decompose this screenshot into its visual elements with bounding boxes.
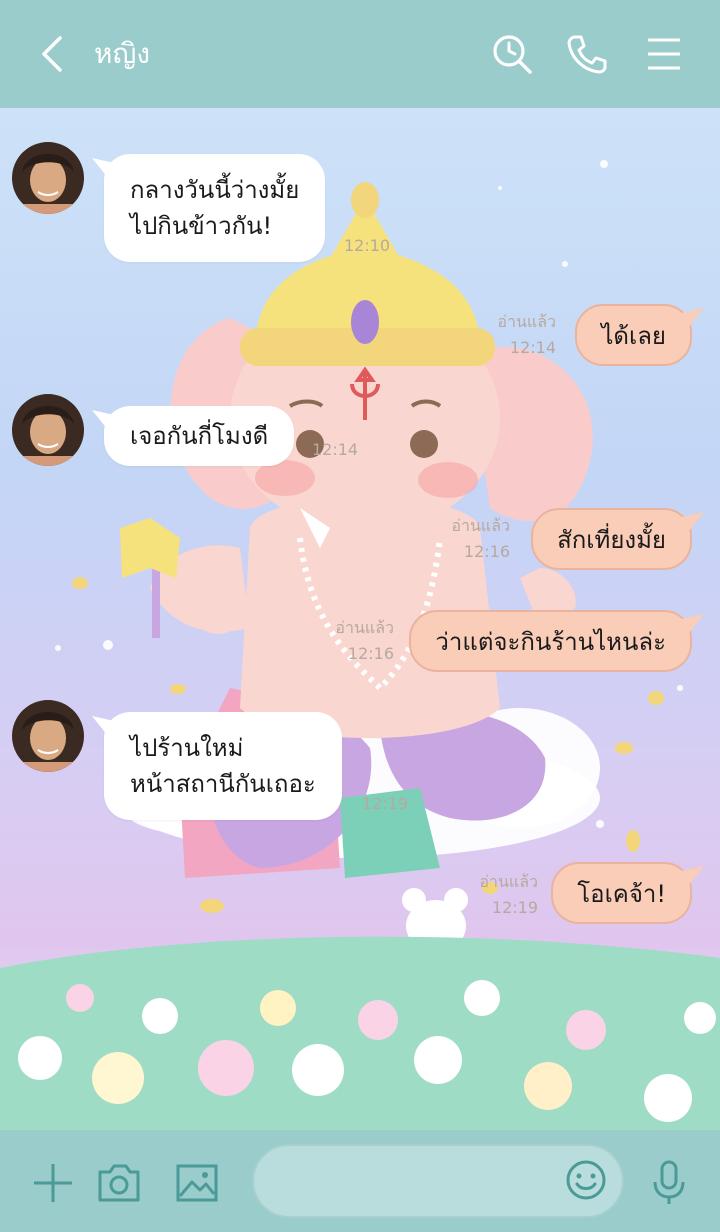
message-bubble-outgoing[interactable]: ได้เลย [575,304,692,366]
message-time: 12:14 [509,338,556,357]
message-line: กลางวันนี้ว่างมั้ย [130,176,300,204]
emoji-icon[interactable] [564,1158,608,1202]
image-icon[interactable] [174,1160,220,1206]
contact-avatar[interactable] [12,142,84,214]
message-bubble-outgoing[interactable]: ว่าแต่จะกินร้านไหนล่ะ [409,610,692,672]
contact-avatar[interactable] [12,700,84,772]
chat-title: หญิง [94,37,150,70]
microphone-icon[interactable] [646,1160,692,1206]
avatar-photo-icon [12,394,84,466]
message-bubble-incoming[interactable]: ไปร้านใหม่ หน้าสถานีกันเถอะ [104,712,342,820]
avatar-photo-icon [12,700,84,772]
chat-input-bar [0,1130,720,1232]
chat-area[interactable]: กลางวันนี้ว่างมั้ย ไปกินข้าวกัน! 12:10 อ… [0,108,720,1130]
message-time: 12:19 [362,794,409,813]
message-bubble-outgoing[interactable]: สักเที่ยงมั้ย [531,508,692,570]
message-line: เจอกันกี่โมงดี [130,422,269,450]
message-bubble-incoming[interactable]: เจอกันกี่โมงดี [104,406,295,466]
read-receipt: อ่านแล้ว [335,618,394,637]
back-chevron-icon[interactable] [36,34,72,74]
message-time: 12:14 [312,440,359,459]
message-line: หน้าสถานีกันเถอะ [130,770,316,798]
message-text: ได้เลย [601,321,666,350]
plus-icon[interactable] [30,1160,76,1206]
message-line: ไปกินข้าวกัน! [130,212,273,240]
message-time: 12:10 [344,236,391,255]
message-text: โอเคจ้า! [577,879,666,908]
message-bubble-incoming[interactable]: กลางวันนี้ว่างมั้ย ไปกินข้าวกัน! [104,154,326,262]
search-icon[interactable] [490,32,534,76]
contact-avatar[interactable] [12,394,84,466]
message-time: 12:19 [491,898,538,917]
avatar-photo-icon [12,142,84,214]
message-text: ว่าแต่จะกินร้านไหนล่ะ [435,627,666,656]
message-time: 12:16 [347,644,394,663]
camera-icon[interactable] [96,1160,142,1206]
message-bubble-outgoing[interactable]: โอเคจ้า! [551,862,692,924]
message-time: 12:16 [463,542,510,561]
read-receipt: อ่านแล้ว [451,516,510,535]
menu-icon[interactable] [642,32,686,76]
read-receipt: อ่านแล้ว [479,872,538,891]
message-text: สักเที่ยงมั้ย [557,525,666,554]
phone-icon[interactable] [565,32,609,76]
chat-header: หญิง [0,0,720,108]
read-receipt: อ่านแล้ว [497,312,556,331]
message-line: ไปร้านใหม่ [130,734,244,762]
